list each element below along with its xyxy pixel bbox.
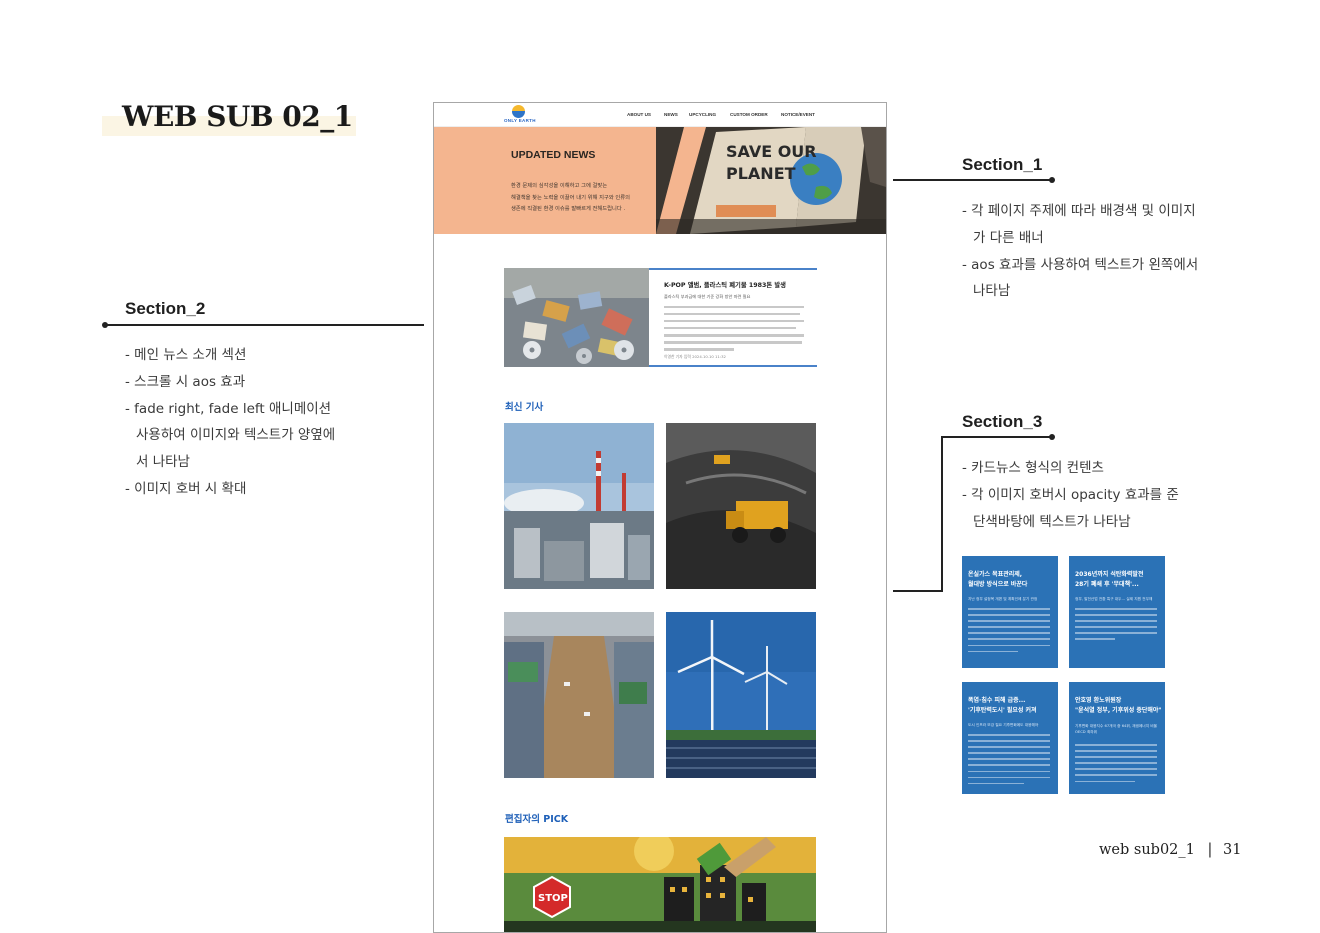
page-number: 31	[1222, 842, 1242, 858]
coal-mining-truck-image[interactable]	[666, 423, 816, 589]
news-meta: 이영찬 기자 입력 2024.10.10 11:32	[664, 354, 726, 359]
section1-note: - aos 효과를 사용하여 텍스트가 왼쪽에서	[962, 256, 1199, 273]
updated-news-banner: SAVE OUR PLANET UPDATED NEWS 환경 문제의 심각성을…	[434, 127, 886, 234]
factory-chimneys-image[interactable]	[504, 423, 654, 589]
section3-leader-line-vertical	[941, 436, 943, 592]
section2-note: - fade right, fade left 애니메이션	[125, 400, 332, 417]
card-body-text	[968, 608, 1050, 657]
section3-note: 단색바탕에 텍스트가 나타남	[973, 513, 1131, 530]
banner-desc-line: 환경 문제의 심각성을 이해하고 그에 걸맞는	[511, 183, 608, 189]
banner-desc-line: 생존에 직결된 환경 이슈를 발빠르게 전해드립니다 .	[511, 206, 626, 212]
section2-leader-line	[105, 324, 424, 326]
news-subtitle: 플라스틱 부과금에 대한 기준 강화 방안 마련 필요	[664, 294, 751, 299]
page-title-block: WEB SUB 02_1	[102, 100, 356, 136]
section3-leader-line-bottom	[893, 590, 943, 592]
card-title: 폭염·침수 피해 급증... '기후탄력도시' 필요성 커져	[968, 696, 1037, 715]
card-news-1[interactable]: 온실가스 목표관리제, 월대방 방식으로 바꾼다 지난 정부 설정목 개편 및 …	[962, 556, 1058, 668]
earth-logo-icon[interactable]	[512, 105, 525, 118]
wind-turbines-solar-image[interactable]	[666, 612, 816, 778]
section3-leader-line-top	[941, 436, 1053, 438]
card-body-text	[1075, 744, 1157, 787]
card-subtitle: 도시 인프라 보강 필요 기후변화에도 대응해야	[968, 723, 1039, 727]
section2-note: - 이미지 호버 시 확대	[125, 480, 247, 497]
protest-signs-image: SAVE OUR PLANET	[656, 127, 886, 234]
section1-note: 가 다른 배너	[973, 229, 1044, 246]
card-news-3[interactable]: 폭염·침수 피해 급증... '기후탄력도시' 필요성 커져 도시 인프라 보강…	[962, 682, 1058, 794]
section3-label: Section_3	[962, 412, 1043, 431]
section1-dot	[1049, 177, 1055, 183]
card-news-2[interactable]: 2036년까지 석탄화력발전 28기 폐쇄 후 '무대책'... 정부, 발전산…	[1069, 556, 1165, 668]
card-title-line: 안호영 환노위원장	[1075, 697, 1122, 704]
card-subtitle: 기후변화 대응지수 67개국 중 64위, 재생에너지 비율 OECD 최하위	[1075, 724, 1158, 734]
logo-text[interactable]: ONLY EARTH	[504, 118, 536, 123]
page-title: WEB SUB 02_1	[122, 100, 353, 133]
cd-waste-image[interactable]	[504, 268, 650, 367]
nav-custom-order[interactable]: CUSTOM ORDER	[730, 112, 768, 117]
section3-dot	[1049, 434, 1055, 440]
section3-note: - 각 이미지 호버시 opacity 효과를 준	[962, 486, 1179, 503]
section1-note: 나타남	[973, 283, 1011, 300]
section1-leader-line	[893, 179, 1053, 181]
section3-notes: - 카드뉴스 형식의 컨텐츠 - 각 이미지 호버시 opacity 효과를 준…	[962, 455, 1179, 535]
section2-notes: - 메인 뉴스 소개 섹션 - 스크롤 시 aos 효과 - fade righ…	[125, 342, 335, 503]
flooded-city-image[interactable]	[504, 612, 654, 778]
mockup-navbar: ONLY EARTH ABOUT US NEWS UPCYCLING CUSTO…	[434, 103, 886, 127]
card-title-line: 2036년까지 석탄화력발전	[1075, 571, 1144, 578]
card-title: 2036년까지 석탄화력발전 28기 폐쇄 후 '무대책'...	[1075, 570, 1143, 589]
nav-news[interactable]: NEWS	[664, 112, 678, 117]
card-title-line: 월대방 방식으로 바꾼다	[968, 580, 1028, 588]
stop-sign-text: STOP	[538, 893, 568, 904]
card-subtitle: 정부, 발전산업 전환 특구 대두... 실제 지원 전무해	[1075, 597, 1153, 601]
card-body-text	[1075, 608, 1157, 645]
banner-sign-text: SAVE OUR	[726, 142, 817, 161]
card-title-line: 폭염·침수 피해 급증...	[968, 697, 1026, 704]
section2-note: 사용하여 이미지와 텍스트가 양옆에	[136, 427, 336, 444]
card-title-line: '기후탄력도시' 필요성 커져	[968, 706, 1037, 714]
page-footer: web sub02_1 | 31	[1099, 842, 1241, 858]
card-body-text	[968, 734, 1050, 789]
latest-articles-heading: 최신 기사	[505, 402, 544, 413]
card-title: 안호영 환노위원장 "윤석열 정부, 기후위성 중단해야"	[1075, 696, 1162, 715]
banner-title: UPDATED NEWS	[511, 149, 596, 161]
editors-pick-heading: 편집자의 PICK	[505, 814, 569, 825]
card-title: 온실가스 목표관리제, 월대방 방식으로 바꾼다	[968, 570, 1027, 589]
section1-label: Section_1	[962, 155, 1043, 174]
website-mockup: ONLY EARTH ABOUT US NEWS UPCYCLING CUSTO…	[433, 102, 887, 933]
section2-label: Section_2	[125, 299, 206, 318]
footer-separator: |	[1207, 842, 1213, 858]
nav-upcycling[interactable]: UPCYCLING	[689, 112, 716, 117]
card-title-line: "윤석열 정부, 기후위성 중단해야"	[1075, 706, 1162, 714]
section2-note: 서 나타남	[136, 454, 190, 471]
news-body-text	[664, 306, 804, 356]
nav-notice-event[interactable]: NOTICE/EVENT	[781, 112, 815, 117]
news-title: K-POP 앨범, 플라스틱 폐기물 1983톤 발생	[664, 282, 786, 289]
section1-note: - 각 페이지 주제에 따라 배경색 및 이미지	[962, 203, 1196, 219]
main-news-card[interactable]: K-POP 앨범, 플라스틱 폐기물 1983톤 발생 플라스틱 부과금에 대한…	[649, 268, 817, 367]
card-title-line: 온실가스 목표관리제,	[968, 571, 1023, 578]
section2-note: - 스크롤 시 aos 효과	[125, 373, 246, 390]
nav-about-us[interactable]: ABOUT US	[627, 112, 651, 117]
card-subtitle: 지난 정부 설정목 개편 및 계획인에 분기 관정	[968, 597, 1038, 601]
section3-note: - 카드뉴스 형식의 컨텐츠	[962, 460, 1104, 476]
banner-desc-line: 해결책을 찾는 노력을 이끌어 내기 위해 지구와 인류의	[511, 194, 630, 201]
banner-description: 환경 문제의 심각성을 이해하고 그에 걸맞는 해결책을 찾는 노력을 이끌어 …	[511, 181, 630, 216]
footer-label: web sub02_1	[1099, 842, 1195, 858]
section2-note: - 메인 뉴스 소개 섹션	[125, 347, 247, 363]
banner-sign-text: PLANET	[726, 164, 796, 183]
card-title-line: 28기 폐쇄 후 '무대책'...	[1075, 580, 1139, 588]
card-news-4[interactable]: 안호영 환노위원장 "윤석열 정부, 기후위성 중단해야" 기후변화 대응지수 …	[1069, 682, 1165, 794]
editors-pick-illustration[interactable]: STOP	[504, 837, 816, 933]
section1-notes: - 각 페이지 주제에 따라 배경색 및 이미지 가 다른 배너 - aos 효…	[962, 198, 1198, 305]
